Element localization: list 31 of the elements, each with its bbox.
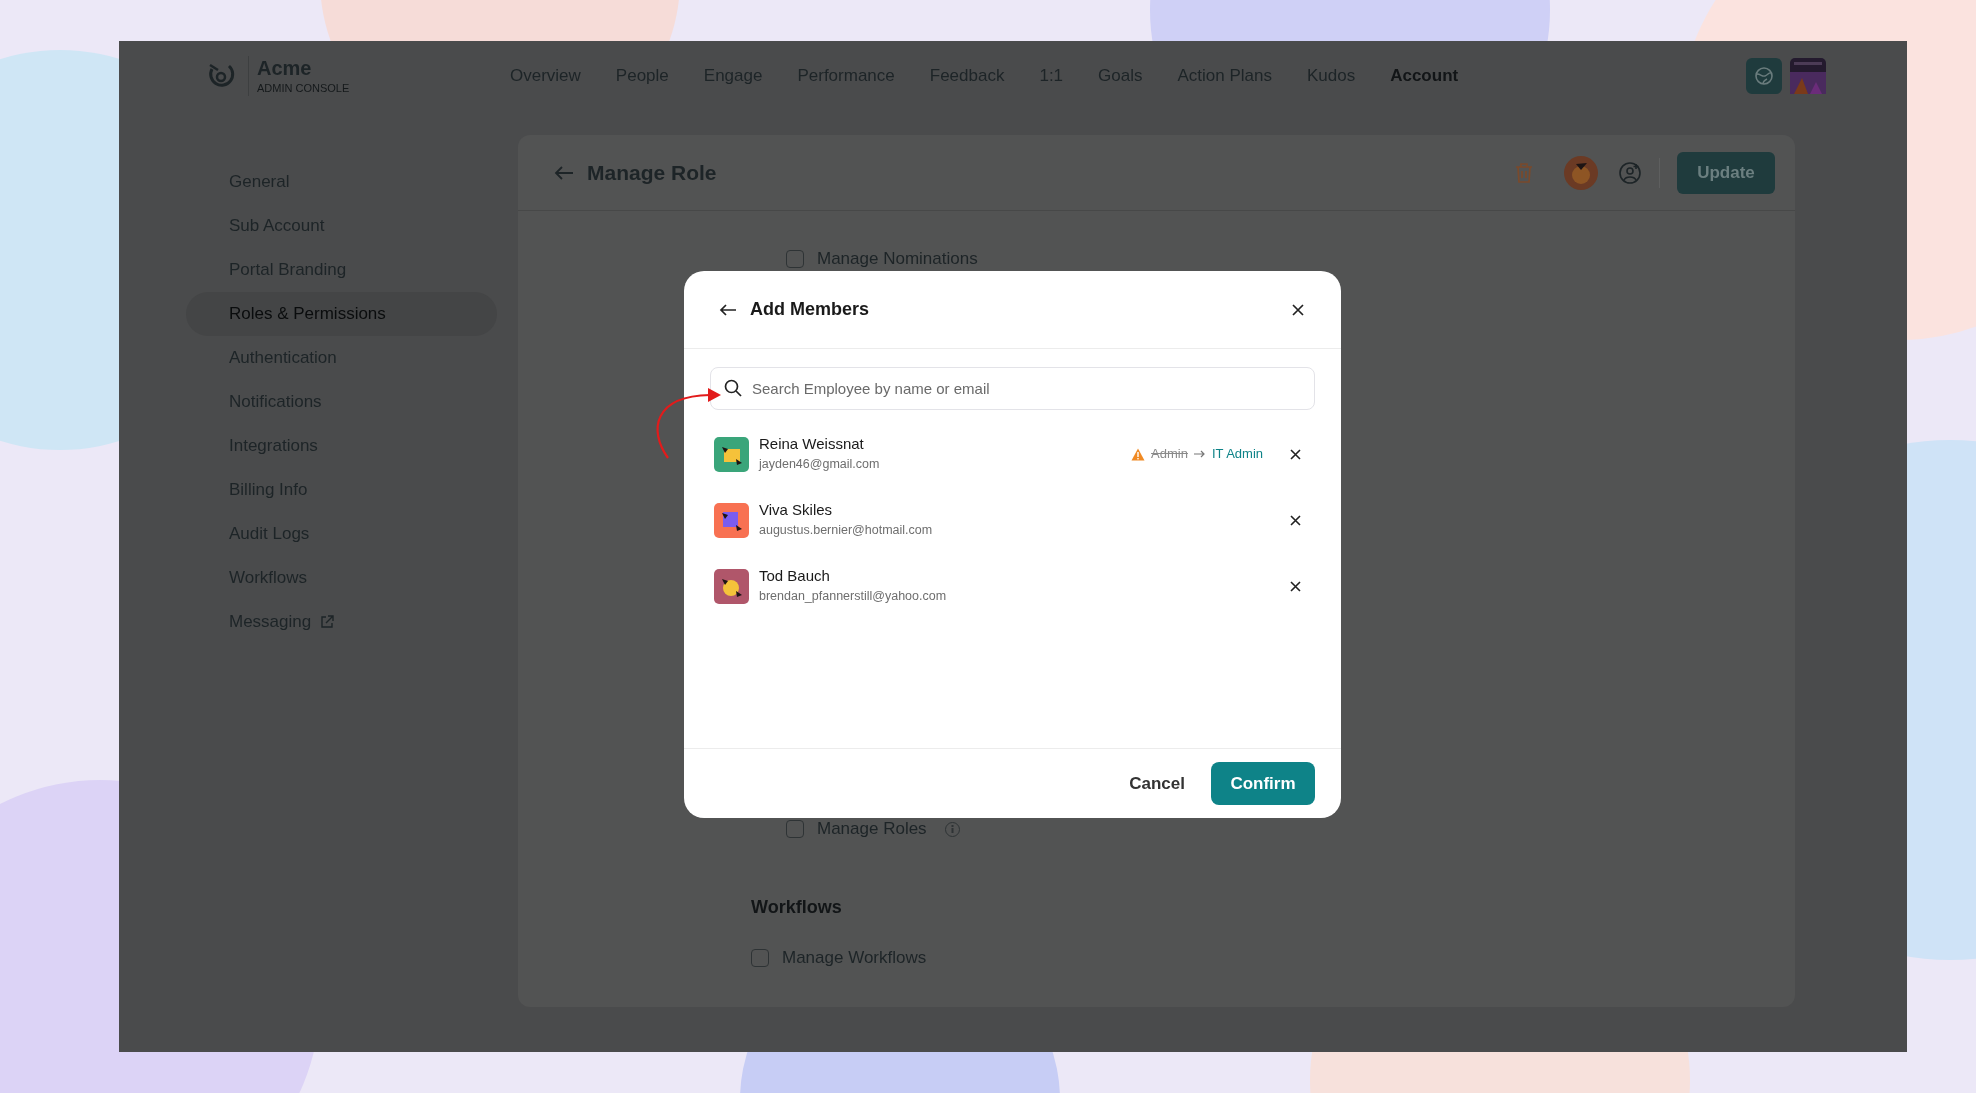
search-field[interactable]: Search Employee by name or email [710, 367, 1315, 410]
checkbox[interactable] [751, 949, 769, 967]
remove-button[interactable] [1289, 448, 1301, 460]
nav-tab[interactable]: Account [1390, 63, 1459, 89]
remove-button[interactable] [1289, 514, 1301, 526]
app-logo-icon[interactable] [1790, 58, 1826, 94]
update-button[interactable]: Update [1677, 151, 1775, 194]
warning-icon [1131, 447, 1146, 461]
add-user-icon[interactable] [1618, 160, 1642, 185]
member-name: Tod Bauch [759, 566, 831, 586]
search-icon [724, 379, 742, 397]
member-email: augustus.bernier@hotmail.com [759, 522, 933, 539]
close-button[interactable] [1290, 301, 1306, 318]
member-name: Viva Skiles [759, 500, 834, 520]
new-role: IT Admin [1211, 445, 1263, 464]
checkbox[interactable] [786, 820, 804, 838]
avatar-icon[interactable] [1564, 155, 1598, 190]
modal-title: Add Members [750, 298, 870, 321]
member-name: Reina Weissnat [759, 434, 865, 454]
section-heading: Workflows [751, 896, 843, 919]
member-email: jayden46@gmail.com [759, 456, 880, 473]
remove-button[interactable] [1289, 580, 1301, 592]
checkbox[interactable] [786, 250, 804, 268]
arrow-icon [1193, 450, 1206, 458]
cancel-button[interactable]: Cancel [1129, 770, 1185, 797]
globe-icon[interactable] [1746, 58, 1782, 94]
back-arrow-icon[interactable] [719, 302, 737, 317]
old-role: Admin [1151, 445, 1188, 464]
confirm-button[interactable]: Confirm [1211, 762, 1315, 805]
sidebar-item[interactable]: Roles & Permissions [186, 292, 497, 336]
member-email: brendan_pfannerstill@yahoo.com [759, 588, 947, 605]
